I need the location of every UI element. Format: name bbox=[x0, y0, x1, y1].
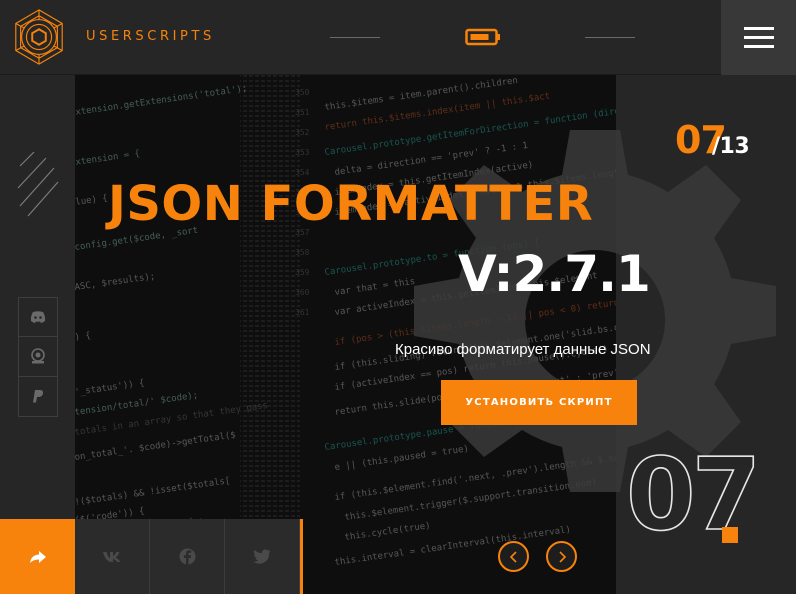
battery-icon bbox=[465, 28, 500, 46]
site-header: USERSCRIPTS bbox=[0, 0, 796, 75]
twitter-icon bbox=[253, 549, 271, 564]
side-social-links bbox=[18, 297, 58, 417]
diagonal-lines-decoration-icon bbox=[17, 152, 59, 217]
paypal-link[interactable] bbox=[19, 377, 57, 416]
install-script-button[interactable]: УСТАНОВИТЬ СКРИПТ bbox=[441, 380, 637, 425]
slider-next-button[interactable] bbox=[546, 541, 577, 572]
share-twitter-button[interactable] bbox=[225, 519, 300, 594]
slide-title: JSON FORMATTER bbox=[108, 176, 594, 232]
menu-button[interactable] bbox=[721, 0, 796, 75]
share-bar-accent bbox=[300, 519, 303, 594]
share-networks bbox=[75, 519, 300, 594]
share-button[interactable] bbox=[0, 519, 75, 594]
share-facebook-button[interactable] bbox=[150, 519, 225, 594]
chevron-left-icon bbox=[509, 550, 517, 563]
slide-counter-total: /13 bbox=[712, 134, 750, 159]
vk-icon bbox=[103, 551, 121, 562]
slide-subtitle: Красиво форматирует данные JSON bbox=[395, 341, 651, 358]
slide-big-dot bbox=[722, 527, 738, 543]
slide-version: V:2.7.1 bbox=[458, 245, 651, 303]
slider-prev-button[interactable] bbox=[498, 541, 529, 572]
donate-link[interactable] bbox=[19, 337, 57, 377]
hamburger-menu-icon bbox=[744, 27, 774, 30]
share-vk-button[interactable] bbox=[75, 519, 150, 594]
coin-icon bbox=[31, 348, 45, 364]
header-divider-left bbox=[330, 37, 380, 38]
header-divider-right bbox=[585, 37, 635, 38]
facebook-icon bbox=[179, 548, 195, 565]
hexagon-mandala-logo-icon[interactable] bbox=[10, 8, 68, 66]
chevron-right-icon bbox=[558, 550, 566, 563]
discord-icon bbox=[30, 311, 46, 324]
brand-name[interactable]: USERSCRIPTS bbox=[86, 29, 215, 44]
share-arrow-icon bbox=[29, 550, 46, 563]
discord-link[interactable] bbox=[19, 298, 57, 338]
paypal-icon bbox=[33, 389, 44, 403]
